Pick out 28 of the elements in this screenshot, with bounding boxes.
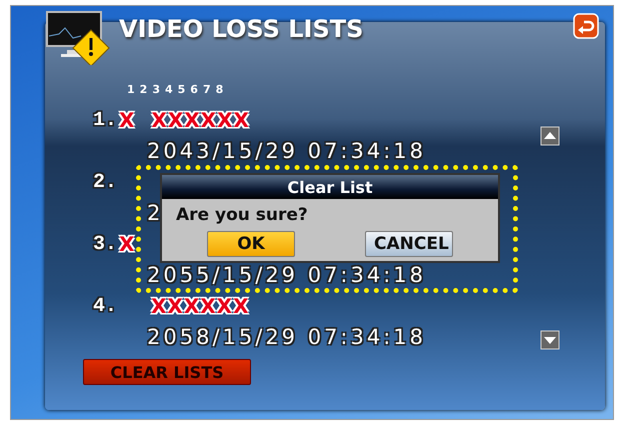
timestamp: 2058/15/29 07:34:18 — [147, 325, 426, 349]
channel-number: 5 — [178, 83, 186, 98]
scroll-up-icon[interactable] — [540, 126, 560, 146]
dialog-message: Are you sure? — [176, 205, 308, 225]
entry-number: 1. — [92, 108, 118, 132]
video-loss-mark: XXXXXX — [151, 108, 250, 132]
video-loss-mark: XXXXXX — [151, 294, 250, 318]
entry-number: 3. — [92, 232, 118, 256]
timestamp: 2 — [147, 201, 164, 225]
channel-number: 1 — [127, 83, 135, 98]
cancel-button[interactable]: CANCEL — [365, 231, 453, 257]
channel-number: 2 — [140, 83, 148, 98]
ok-button[interactable]: OK — [207, 231, 295, 257]
dialog-title: Clear List — [162, 175, 498, 199]
scroll-down-icon[interactable] — [540, 330, 560, 350]
entry-number: 2. — [92, 170, 118, 194]
window-title: VIDEO LOSS LISTS — [119, 14, 364, 42]
timestamp: 2055/15/29 07:34:18 — [147, 263, 426, 287]
video-loss-mark: X — [119, 108, 136, 132]
channel-number: 7 — [202, 83, 211, 98]
entry-number: 4. — [92, 294, 118, 318]
channel-number: 3 — [152, 83, 160, 98]
video-loss-mark: X — [119, 232, 136, 256]
channel-number: 6 — [190, 83, 198, 98]
timestamp: 2043/15/29 07:34:18 — [147, 139, 426, 163]
return-icon[interactable] — [573, 12, 599, 38]
channel-number: 8 — [216, 83, 224, 98]
channel-number: 4 — [164, 83, 173, 98]
